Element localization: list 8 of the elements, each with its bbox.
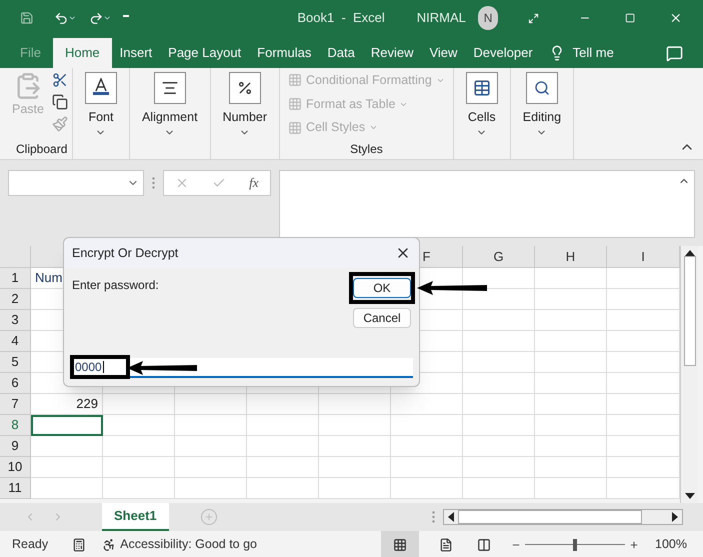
table-cell: 229 bbox=[31, 394, 103, 415]
highlight-frame: 0000 bbox=[70, 355, 130, 379]
group-label: Clipboard bbox=[15, 141, 68, 158]
dialog-title: Encrypt Or Decrypt bbox=[72, 244, 178, 262]
user-name: NIRMAL bbox=[416, 9, 466, 28]
window-title: Book1 - Excel bbox=[297, 9, 385, 28]
group-label: Styles bbox=[350, 141, 383, 158]
status-text: Ready bbox=[12, 536, 48, 554]
